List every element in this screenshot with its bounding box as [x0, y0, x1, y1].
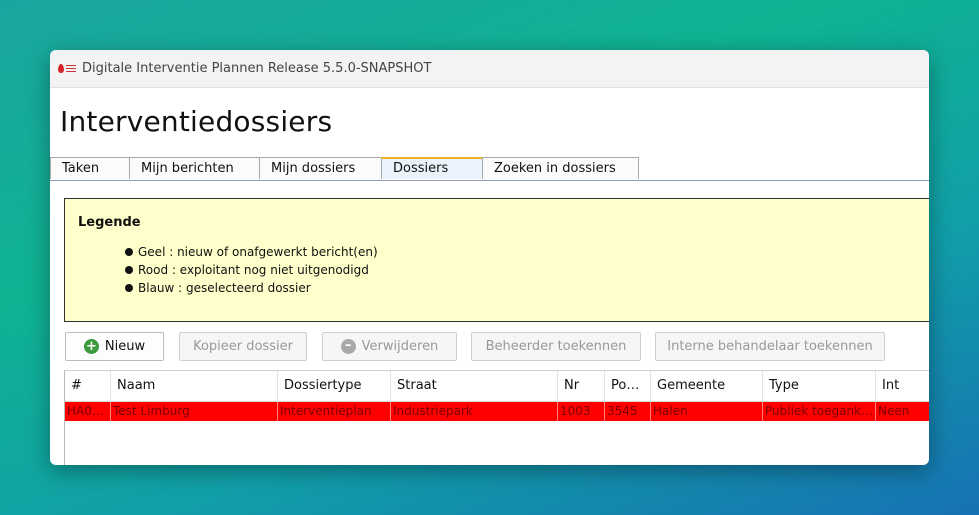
- bullet-icon: [125, 266, 133, 274]
- column-header-nr[interactable]: Nr: [558, 371, 605, 401]
- legend-title: Legende: [78, 215, 141, 230]
- bullet-icon: [125, 284, 133, 292]
- app-window: Digitale Interventie Plannen Release 5.5…: [50, 50, 929, 465]
- window-title: Digitale Interventie Plannen Release 5.5…: [82, 61, 432, 76]
- bullet-icon: [125, 248, 133, 256]
- column-header-number[interactable]: #: [65, 371, 111, 401]
- column-header-naam[interactable]: Naam: [111, 371, 278, 401]
- tab-mijn-dossiers[interactable]: Mijn dossiers: [259, 157, 382, 179]
- new-button[interactable]: + Nieuw: [65, 332, 164, 361]
- tab-zoeken-in-dossiers[interactable]: Zoeken in dossiers: [482, 157, 639, 179]
- tab-mijn-berichten[interactable]: Mijn berichten: [129, 157, 260, 179]
- cell-naam: Test Limburg: [111, 402, 278, 421]
- cell-int: Neen: [876, 402, 929, 421]
- column-header-straat[interactable]: Straat: [391, 371, 558, 401]
- app-logo-icon: [58, 63, 76, 75]
- cell-postcode: 3545: [605, 402, 651, 421]
- table-header: # Naam Dossiertype Straat Nr Po… Gemeent…: [65, 371, 929, 402]
- tab-dossiers[interactable]: Dossiers: [381, 157, 483, 179]
- cell-type: Publiek toegank…: [763, 402, 876, 421]
- cell-straat: Industriepark: [391, 402, 558, 421]
- assign-internal-handler-button[interactable]: Interne behandelaar toekennen: [655, 332, 885, 361]
- column-header-gemeente[interactable]: Gemeente: [651, 371, 763, 401]
- column-header-postcode[interactable]: Po…: [605, 371, 651, 401]
- column-header-int[interactable]: Int: [876, 371, 929, 401]
- plus-icon: +: [83, 339, 99, 354]
- legend-item-blauw: Blauw : geselecteerd dossier: [125, 281, 311, 295]
- tab-bar: Taken Mijn berichten Mijn dossiers Dossi…: [50, 157, 929, 181]
- copy-dossier-button[interactable]: Kopieer dossier: [179, 332, 307, 361]
- page-title: Interventiedossiers: [60, 105, 333, 138]
- table-row[interactable]: HA0… Test Limburg Interventieplan Indust…: [65, 402, 929, 421]
- title-bar: Digitale Interventie Plannen Release 5.5…: [50, 50, 929, 88]
- cell-nr: 1003: [558, 402, 605, 421]
- minus-icon: –: [340, 339, 356, 354]
- dossier-table: # Naam Dossiertype Straat Nr Po… Gemeent…: [64, 370, 929, 465]
- column-header-dossiertype[interactable]: Dossiertype: [278, 371, 391, 401]
- legend-item-geel: Geel : nieuw of onafgewerkt bericht(en): [125, 245, 378, 259]
- tab-taken[interactable]: Taken: [50, 157, 130, 179]
- cell-gemeente: Halen: [651, 402, 763, 421]
- legend-panel: Legende Geel : nieuw of onafgewerkt beri…: [64, 198, 929, 322]
- cell-dossiertype: Interventieplan: [278, 402, 391, 421]
- assign-manager-button[interactable]: Beheerder toekennen: [471, 332, 641, 361]
- delete-button[interactable]: – Verwijderen: [322, 332, 457, 361]
- cell-number: HA0…: [65, 402, 111, 421]
- column-header-type[interactable]: Type: [763, 371, 876, 401]
- legend-item-rood: Rood : exploitant nog niet uitgenodigd: [125, 263, 369, 277]
